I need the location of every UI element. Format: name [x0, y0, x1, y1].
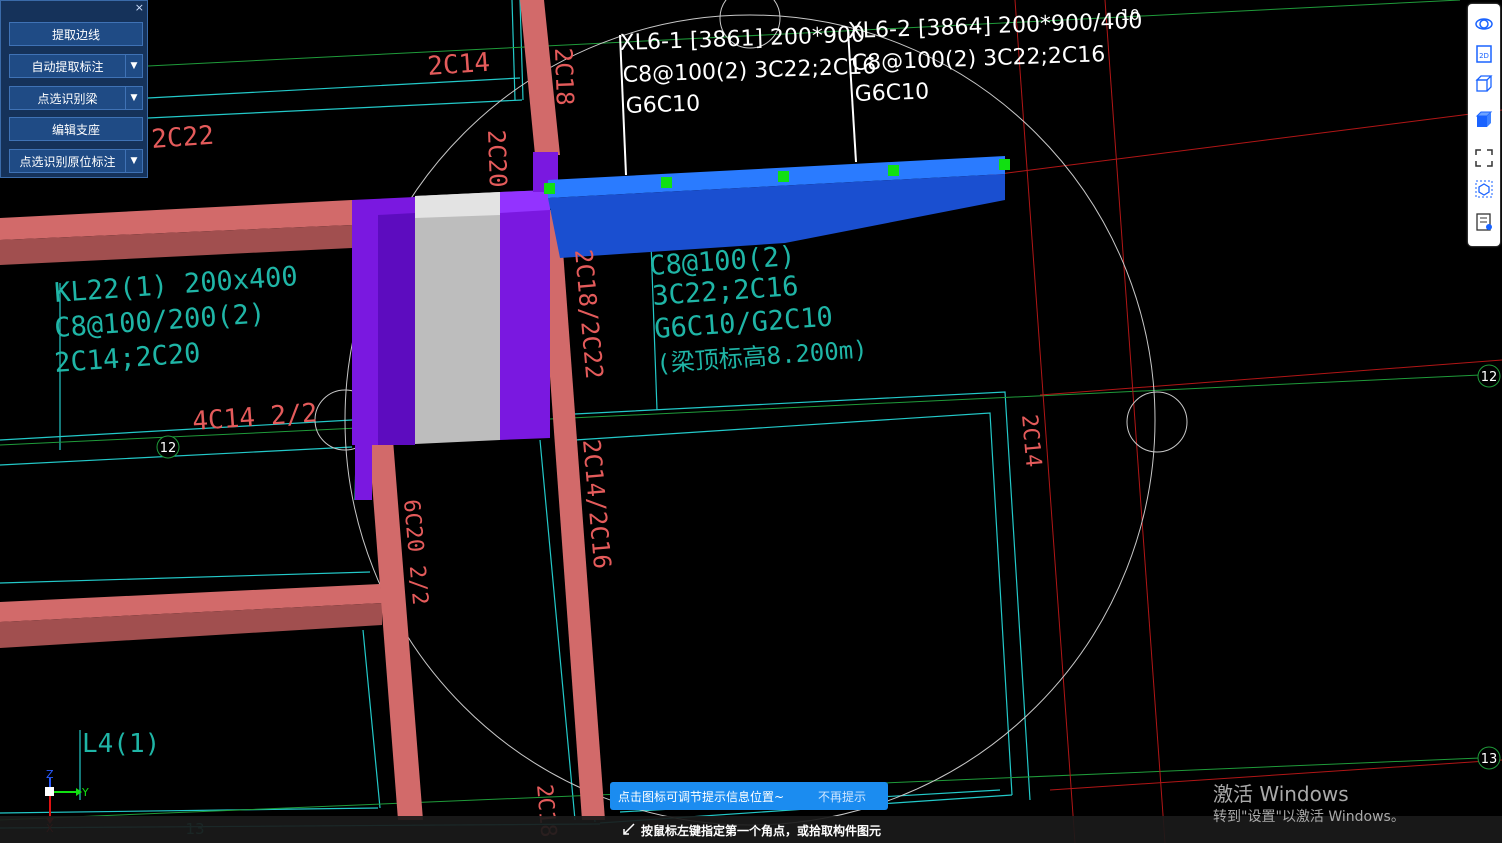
- button-label: 编辑支座: [51, 122, 100, 137]
- extract-edge-button[interactable]: 提取边线: [9, 22, 143, 46]
- close-panel-button[interactable]: ×: [135, 1, 144, 15]
- xl6-2-label: XL6-2 [3864] 200*900/400: [847, 9, 1142, 44]
- pick-in-situ-annotation-button[interactable]: 点选识别原位标注 ▼: [9, 149, 143, 173]
- 2d-view-icon[interactable]: 2D: [1474, 44, 1494, 64]
- button-label: 点选识别梁: [37, 91, 98, 106]
- beam-annotation: 2C14;2C20: [53, 338, 201, 379]
- status-message: 按鼠标左键指定第一个角点，或拾取构件图元: [641, 824, 882, 838]
- svg-text:13: 13: [1481, 752, 1498, 767]
- button-label: 点选识别原位标注: [19, 154, 116, 169]
- red-label: 2C18/2C22: [569, 248, 608, 380]
- activation-watermark-subtitle: 转到"设置"以激活 Windows。: [1213, 809, 1405, 825]
- list-settings-icon[interactable]: [1474, 212, 1494, 232]
- pick-recognize-beam-button[interactable]: 点选识别梁 ▼: [9, 86, 143, 110]
- cursor-select-icon: [623, 823, 635, 835]
- beam-annotation: L4(1): [82, 729, 160, 759]
- red-label: 2C22: [150, 121, 215, 155]
- button-label: 自动提取标注: [31, 59, 104, 74]
- xl6-1-label: XL6-1 [3861] 200*900: [619, 22, 865, 56]
- svg-text:12: 12: [160, 441, 177, 456]
- xl6-1-label: G6C10: [625, 91, 700, 119]
- view-toolbar: 2D: [1468, 4, 1500, 246]
- gizmo-z-label: Z: [46, 768, 54, 781]
- edit-support-button[interactable]: 编辑支座: [9, 117, 143, 141]
- red-label: 2C14: [1016, 413, 1046, 468]
- hint-message: 点击图标可调节提示信息位置~: [618, 789, 785, 804]
- svg-text:2D: 2D: [1479, 52, 1489, 60]
- axis-bubble-12-left: 12: [156, 435, 180, 459]
- axis-label-10-top: 10: [1120, 6, 1139, 24]
- chevron-down-icon[interactable]: ▼: [125, 55, 142, 77]
- recognition-tool-panel: × 提取边线 自动提取标注 ▼ 点选识别梁 ▼ 编辑支座 点选识别原位标注 ▼: [0, 0, 148, 178]
- dont-show-again-link[interactable]: 不再提示: [818, 788, 866, 805]
- svg-text:12: 12: [1481, 370, 1498, 385]
- xl6-1-label: C8@100(2) 3C22;2C16: [622, 54, 876, 88]
- component-cube-icon[interactable]: [1474, 179, 1494, 199]
- chevron-down-icon[interactable]: ▼: [125, 87, 142, 109]
- red-label: 2C18: [549, 47, 579, 106]
- red-label: 2C20: [482, 129, 512, 188]
- button-label: 提取边线: [51, 27, 100, 42]
- auto-extract-annotation-button[interactable]: 自动提取标注 ▼: [9, 54, 143, 78]
- activation-watermark-title: 激活 Windows: [1213, 782, 1349, 806]
- cad-viewport[interactable]: 2C14 2C22 2C18 2C20 4C14 2/2 2C18/2C22 2…: [0, 0, 1502, 843]
- red-label: 2C14: [426, 48, 491, 82]
- xl6-2-label: C8@100(2) 3C22;2C16: [851, 42, 1105, 76]
- hint-tooltip[interactable]: 点击图标可调节提示信息位置~ 不再提示: [610, 782, 888, 810]
- xl6-2-label: G6C10: [854, 79, 929, 107]
- orbit-icon[interactable]: [1474, 14, 1494, 34]
- gizmo-y-label: Y: [81, 786, 89, 799]
- 3d-box-icon[interactable]: [1474, 74, 1494, 94]
- axis-bubble-13-right: 13: [1477, 746, 1501, 770]
- solid-box-icon[interactable]: [1474, 110, 1494, 130]
- axis-bubble-12-right: 12: [1477, 364, 1501, 388]
- chevron-down-icon[interactable]: ▼: [125, 150, 142, 172]
- fullscreen-icon[interactable]: [1474, 148, 1494, 168]
